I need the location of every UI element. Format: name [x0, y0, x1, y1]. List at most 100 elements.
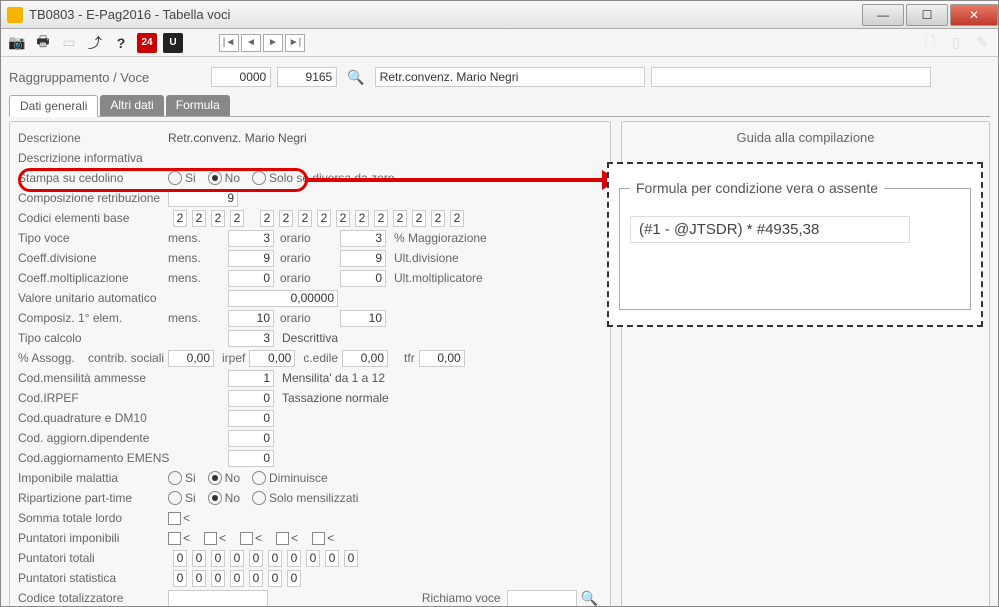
cod-agg-dip[interactable] — [228, 430, 274, 447]
chk-pi-2[interactable] — [204, 532, 217, 545]
input-composizione[interactable] — [168, 190, 238, 207]
ps-2[interactable] — [211, 570, 225, 587]
upload-icon[interactable]: ⤴ — [85, 33, 105, 53]
extra-input[interactable] — [651, 67, 931, 87]
chk-somma[interactable] — [168, 512, 181, 525]
nav-prev-icon[interactable]: ◄ — [241, 34, 261, 52]
nav-next-icon[interactable]: ► — [263, 34, 283, 52]
radio-stampa-no[interactable] — [208, 171, 222, 185]
cod-1[interactable] — [192, 210, 206, 227]
ps-6[interactable] — [287, 570, 301, 587]
help-icon[interactable]: ? — [111, 33, 131, 53]
lbl-punt-imp: Puntatori imponibili — [18, 531, 168, 545]
composiz1-o[interactable] — [340, 310, 386, 327]
coeff-mol-o[interactable] — [340, 270, 386, 287]
richiamo-input[interactable] — [507, 590, 577, 607]
search-icon[interactable]: 🔍 — [347, 69, 364, 86]
page-icon[interactable]: ▯ — [946, 33, 966, 53]
nav-last-icon[interactable]: ►| — [285, 34, 305, 52]
tipo-voce-o[interactable] — [340, 230, 386, 247]
cod-quad[interactable] — [228, 410, 274, 427]
pt-9[interactable] — [344, 550, 358, 567]
pt-6[interactable] — [287, 550, 301, 567]
cod-7[interactable] — [317, 210, 331, 227]
tab-altri-dati[interactable]: Altri dati — [100, 95, 163, 116]
cod-8[interactable] — [336, 210, 350, 227]
desc-input[interactable] — [375, 67, 645, 87]
tab-dati-generali[interactable]: Dati generali — [9, 95, 98, 117]
chk-pi-4[interactable] — [276, 532, 289, 545]
pt-4[interactable] — [249, 550, 263, 567]
assogg-cs[interactable] — [168, 350, 214, 367]
radio-imp-si[interactable] — [168, 471, 182, 485]
folder-icon[interactable]: ▭ — [59, 33, 79, 53]
radio-rip-si[interactable] — [168, 491, 182, 505]
valore-unit[interactable] — [228, 290, 338, 307]
close-button[interactable]: ✕ — [950, 4, 998, 26]
radio-imp-no[interactable] — [208, 471, 222, 485]
cod-10[interactable] — [374, 210, 388, 227]
cod-9[interactable] — [355, 210, 369, 227]
cod-14[interactable] — [450, 210, 464, 227]
composiz1-m[interactable] — [228, 310, 274, 327]
tipo-voce-m[interactable] — [228, 230, 274, 247]
search-richiamo-icon[interactable]: 🔍 — [581, 590, 598, 607]
code2-input[interactable] — [277, 67, 337, 87]
assogg-irpef[interactable] — [249, 350, 295, 367]
cod-11[interactable] — [393, 210, 407, 227]
lbl-somma: Somma totale lordo — [18, 511, 168, 525]
ps-0[interactable] — [173, 570, 187, 587]
pt-0[interactable] — [173, 550, 187, 567]
pt-5[interactable] — [268, 550, 282, 567]
assogg-tfr[interactable] — [419, 350, 465, 367]
maximize-button[interactable]: ☐ — [906, 4, 948, 26]
ps-3[interactable] — [230, 570, 244, 587]
coeff-mol-m[interactable] — [228, 270, 274, 287]
pt-7[interactable] — [306, 550, 320, 567]
chk-pi-5[interactable] — [312, 532, 325, 545]
pt-1[interactable] — [192, 550, 206, 567]
coeff-div-o[interactable] — [340, 250, 386, 267]
ps-5[interactable] — [268, 570, 282, 587]
lbl-cod-agg-emens: Cod.aggiornamento EMENS — [18, 451, 228, 465]
lbl-coeff-div: Coeff.divisione — [18, 251, 168, 265]
cod-irpef[interactable] — [228, 390, 274, 407]
nav-first-icon[interactable]: |◄ — [219, 34, 239, 52]
radio-rip-solo[interactable] — [252, 491, 266, 505]
radio-imp-dim[interactable] — [252, 471, 266, 485]
ps-1[interactable] — [192, 570, 206, 587]
cod-6[interactable] — [298, 210, 312, 227]
minimize-button[interactable]: — — [862, 4, 904, 26]
cod-3[interactable] — [230, 210, 244, 227]
edit-icon[interactable]: ✎ — [972, 33, 992, 53]
cod-mens[interactable] — [228, 370, 274, 387]
pt-8[interactable] — [325, 550, 339, 567]
chk-pi-1[interactable] — [168, 532, 181, 545]
radio-stampa-solo[interactable] — [252, 171, 266, 185]
code1-input[interactable] — [211, 67, 271, 87]
tab-formula[interactable]: Formula — [166, 95, 230, 116]
ps-4[interactable] — [249, 570, 263, 587]
lbl-tipo-calcolo: Tipo calcolo — [18, 331, 228, 345]
cod-2[interactable] — [211, 210, 225, 227]
cod-5[interactable] — [279, 210, 293, 227]
cod-total-input[interactable] — [168, 590, 268, 607]
cod-agg-emens[interactable] — [228, 450, 274, 467]
radio-stampa-si[interactable] — [168, 171, 182, 185]
tipo-calcolo[interactable] — [228, 330, 274, 347]
doc-icon[interactable]: 🗋 — [920, 33, 940, 53]
cod-4[interactable] — [260, 210, 274, 227]
chk-pi-3[interactable] — [240, 532, 253, 545]
camera-icon[interactable]: 📷 — [7, 33, 27, 53]
badge-24[interactable]: 24 — [137, 33, 157, 53]
cod-12[interactable] — [412, 210, 426, 227]
assogg-cedile[interactable] — [342, 350, 388, 367]
badge-u[interactable]: U — [163, 33, 183, 53]
coeff-div-m[interactable] — [228, 250, 274, 267]
radio-rip-no[interactable] — [208, 491, 222, 505]
cod-0[interactable] — [173, 210, 187, 227]
pt-2[interactable] — [211, 550, 225, 567]
cod-13[interactable] — [431, 210, 445, 227]
print-icon[interactable]: 🖶 — [33, 33, 53, 53]
pt-3[interactable] — [230, 550, 244, 567]
